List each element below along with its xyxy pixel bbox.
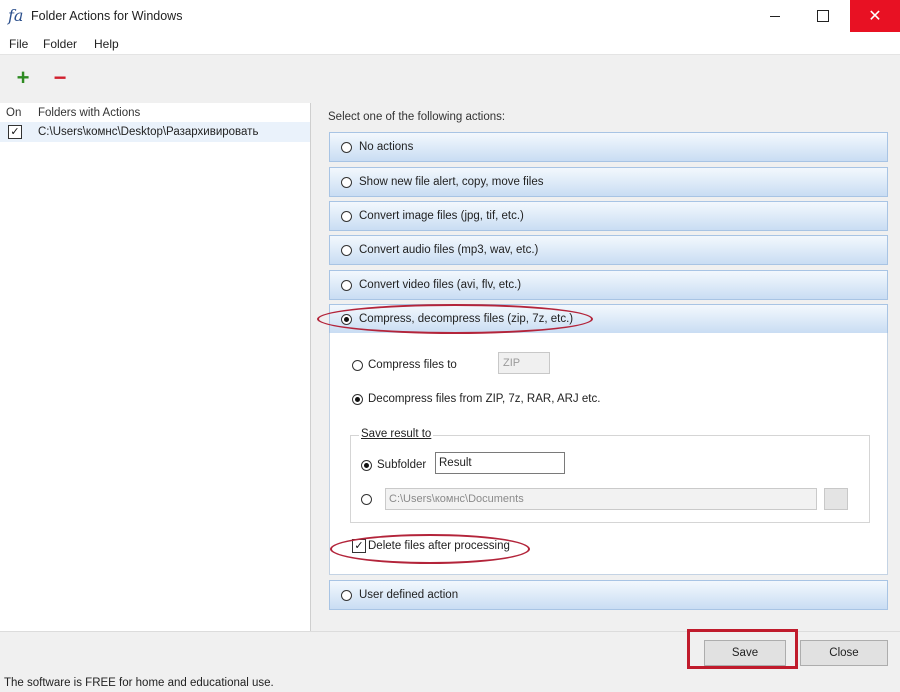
plus-icon: +	[16, 65, 30, 90]
app-icon: fa	[8, 6, 24, 25]
column-header-on[interactable]: On	[6, 107, 21, 119]
save-result-group: Save result to Subfolder	[350, 428, 870, 523]
delete-after-processing-label: Delete files after processing	[368, 540, 510, 552]
maximize-icon	[817, 10, 829, 22]
panel-splitter[interactable]	[311, 103, 318, 631]
option-convert-image[interactable]: Convert image files (jpg, tif, etc.)	[329, 201, 888, 231]
menu-folder[interactable]: Folder	[43, 37, 77, 51]
option-show-alert[interactable]: Show new file alert, copy, move files	[329, 167, 888, 197]
option-user-defined[interactable]: User defined action	[329, 580, 888, 610]
status-text: The software is FREE for home and educat…	[4, 677, 274, 689]
radio-compress[interactable]	[352, 360, 363, 371]
option-label: Convert video files (avi, flv, etc.)	[359, 279, 522, 291]
archive-format-select[interactable]: ZIP	[498, 352, 550, 374]
status-bar: The software is FREE for home and educat…	[0, 675, 900, 692]
compress-options-panel: Compress files to ZIP Decompress files f…	[329, 333, 888, 575]
close-window-button[interactable]: ✕	[850, 0, 900, 32]
minus-icon: −	[53, 65, 67, 90]
option-compress-decompress[interactable]: Compress, decompress files (zip, 7z, etc…	[329, 304, 888, 334]
maximize-button[interactable]	[800, 0, 846, 32]
toolbar: + −	[0, 54, 900, 103]
option-no-actions[interactable]: No actions	[329, 132, 888, 162]
folders-list-header: On Folders with Actions	[0, 103, 310, 121]
subfolder-label: Subfolder	[377, 459, 427, 471]
radio-no-actions[interactable]	[341, 142, 352, 153]
option-label: Compress, decompress files (zip, 7z, etc…	[359, 313, 574, 325]
add-folder-button[interactable]: +	[12, 65, 34, 90]
close-button[interactable]: Close	[800, 640, 888, 666]
menu-help[interactable]: Help	[94, 37, 119, 51]
radio-custom-path[interactable]	[361, 494, 372, 505]
radio-user-defined[interactable]	[341, 590, 352, 601]
actions-panel: Select one of the following actions: No …	[318, 103, 900, 631]
column-header-folders[interactable]: Folders with Actions	[38, 107, 140, 119]
radio-subfolder[interactable]	[361, 460, 372, 471]
radio-show-alert[interactable]	[341, 177, 352, 188]
option-label: Convert image files (jpg, tif, etc.)	[359, 210, 524, 222]
minimize-button[interactable]	[752, 0, 798, 32]
menu-file[interactable]: File	[9, 37, 28, 51]
option-convert-audio[interactable]: Convert audio files (mp3, wav, etc.)	[329, 235, 888, 265]
custom-path-input[interactable]	[385, 488, 817, 510]
radio-decompress[interactable]	[352, 394, 363, 405]
actions-prompt: Select one of the following actions:	[328, 111, 506, 123]
option-convert-video[interactable]: Convert video files (avi, flv, etc.)	[329, 270, 888, 300]
compress-label: Compress files to	[368, 359, 457, 371]
folder-row[interactable]: ✓ C:\Users\комнс\Desktop\Разархивировать	[0, 122, 310, 142]
minimize-icon	[770, 15, 780, 17]
subfolder-name-input[interactable]	[435, 452, 565, 474]
folders-list-panel: On Folders with Actions ✓ C:\Users\комнс…	[0, 103, 311, 631]
close-icon: ✕	[868, 8, 882, 25]
option-label: No actions	[359, 141, 414, 153]
option-label: User defined action	[359, 589, 459, 601]
save-result-label: Save result to	[359, 428, 434, 440]
button-bar: Save Close	[0, 631, 900, 676]
remove-folder-button[interactable]: −	[49, 65, 71, 90]
menu-bar: File Folder Help	[0, 32, 900, 54]
folder-path: C:\Users\комнс\Desktop\Разархивировать	[38, 126, 259, 138]
save-button[interactable]: Save	[704, 640, 786, 666]
decompress-label: Decompress files from ZIP, 7z, RAR, ARJ …	[368, 393, 601, 405]
title-bar: fa Folder Actions for Windows ✕	[0, 0, 900, 32]
option-label: Show new file alert, copy, move files	[359, 176, 544, 188]
browse-button[interactable]	[824, 488, 848, 510]
radio-convert-image[interactable]	[341, 211, 352, 222]
delete-after-processing-checkbox[interactable]: ✓	[352, 539, 366, 553]
radio-convert-video[interactable]	[341, 280, 352, 291]
radio-convert-audio[interactable]	[341, 245, 352, 256]
folder-enabled-checkbox[interactable]: ✓	[8, 125, 22, 139]
window-title: Folder Actions for Windows	[31, 9, 183, 23]
radio-compress-decompress[interactable]	[341, 314, 352, 325]
option-label: Convert audio files (mp3, wav, etc.)	[359, 244, 539, 256]
